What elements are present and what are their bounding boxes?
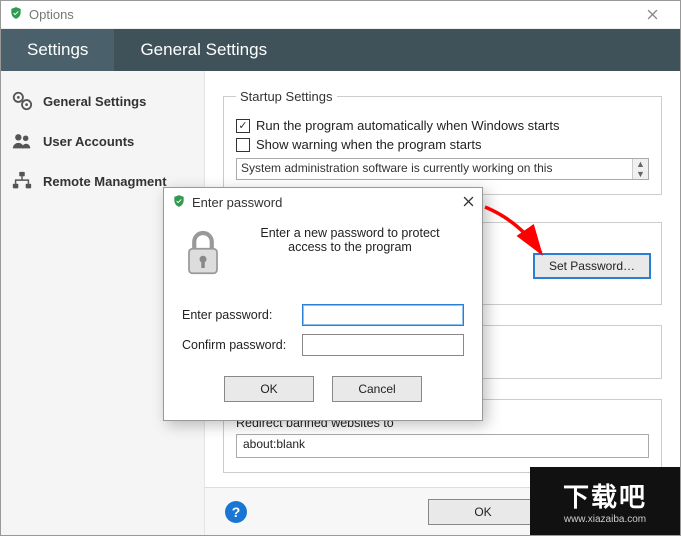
dialog-ok-button[interactable]: OK (224, 376, 314, 402)
window-title: Options (29, 7, 632, 22)
annotation-arrow (479, 201, 559, 271)
watermark-text: 下载吧 (563, 477, 647, 514)
sidebar-item-general[interactable]: General Settings (1, 81, 204, 121)
warning-text-value: System administration software is curren… (241, 161, 552, 175)
tab-general-settings[interactable]: General Settings (114, 29, 293, 71)
shield-icon (9, 6, 23, 23)
sidebar-item-users[interactable]: User Accounts (1, 121, 204, 161)
spinner-control[interactable]: ▲ ▼ (632, 159, 648, 179)
confirm-password-input[interactable] (302, 334, 464, 356)
run-automatically-checkbox[interactable]: ✓ Run the program automatically when Win… (236, 118, 649, 133)
gear-icon (11, 90, 33, 112)
confirm-password-label: Confirm password: (182, 338, 302, 352)
checkbox-label: Show warning when the program starts (256, 137, 481, 152)
ok-button[interactable]: OK (428, 499, 538, 525)
startup-settings-group: Startup Settings ✓ Run the program autom… (223, 89, 662, 195)
lock-icon (182, 226, 224, 282)
shield-icon (172, 194, 186, 211)
warning-text-input[interactable]: System administration software is curren… (236, 158, 649, 180)
watermark: 下载吧 www.xiazaiba.com (530, 467, 680, 535)
enter-password-dialog: Enter password Enter a new password to p… (163, 187, 483, 421)
redirect-value: about:blank (243, 437, 305, 451)
redirect-input[interactable]: about:blank (236, 434, 649, 458)
tab-settings[interactable]: Settings (1, 29, 114, 71)
dialog-close-button[interactable] (463, 195, 474, 210)
dialog-titlebar: Enter password (164, 188, 482, 216)
sidebar-item-label: General Settings (43, 94, 146, 109)
chevron-up-icon[interactable]: ▲ (633, 159, 648, 169)
dialog-title: Enter password (192, 195, 463, 210)
watermark-url: www.xiazaiba.com (564, 514, 646, 525)
help-icon[interactable]: ? (225, 501, 247, 523)
window-titlebar: Options (1, 1, 680, 29)
sidebar-item-label: User Accounts (43, 134, 134, 149)
dialog-message: Enter a new password to protect access t… (236, 226, 464, 254)
dialog-cancel-button[interactable]: Cancel (332, 376, 422, 402)
network-icon (11, 170, 33, 192)
window-close-button[interactable] (632, 1, 672, 28)
checkbox-unchecked-icon (236, 138, 250, 152)
users-icon (11, 130, 33, 152)
checkbox-checked-icon: ✓ (236, 119, 250, 133)
header-tabs: Settings General Settings (1, 29, 680, 71)
sidebar-item-label: Remote Managment (43, 174, 167, 189)
checkbox-label: Run the program automatically when Windo… (256, 118, 559, 133)
startup-legend: Startup Settings (236, 89, 337, 104)
enter-password-input[interactable] (302, 304, 464, 326)
show-warning-checkbox[interactable]: Show warning when the program starts (236, 137, 649, 152)
chevron-down-icon[interactable]: ▼ (633, 169, 648, 179)
enter-password-label: Enter password: (182, 308, 302, 322)
